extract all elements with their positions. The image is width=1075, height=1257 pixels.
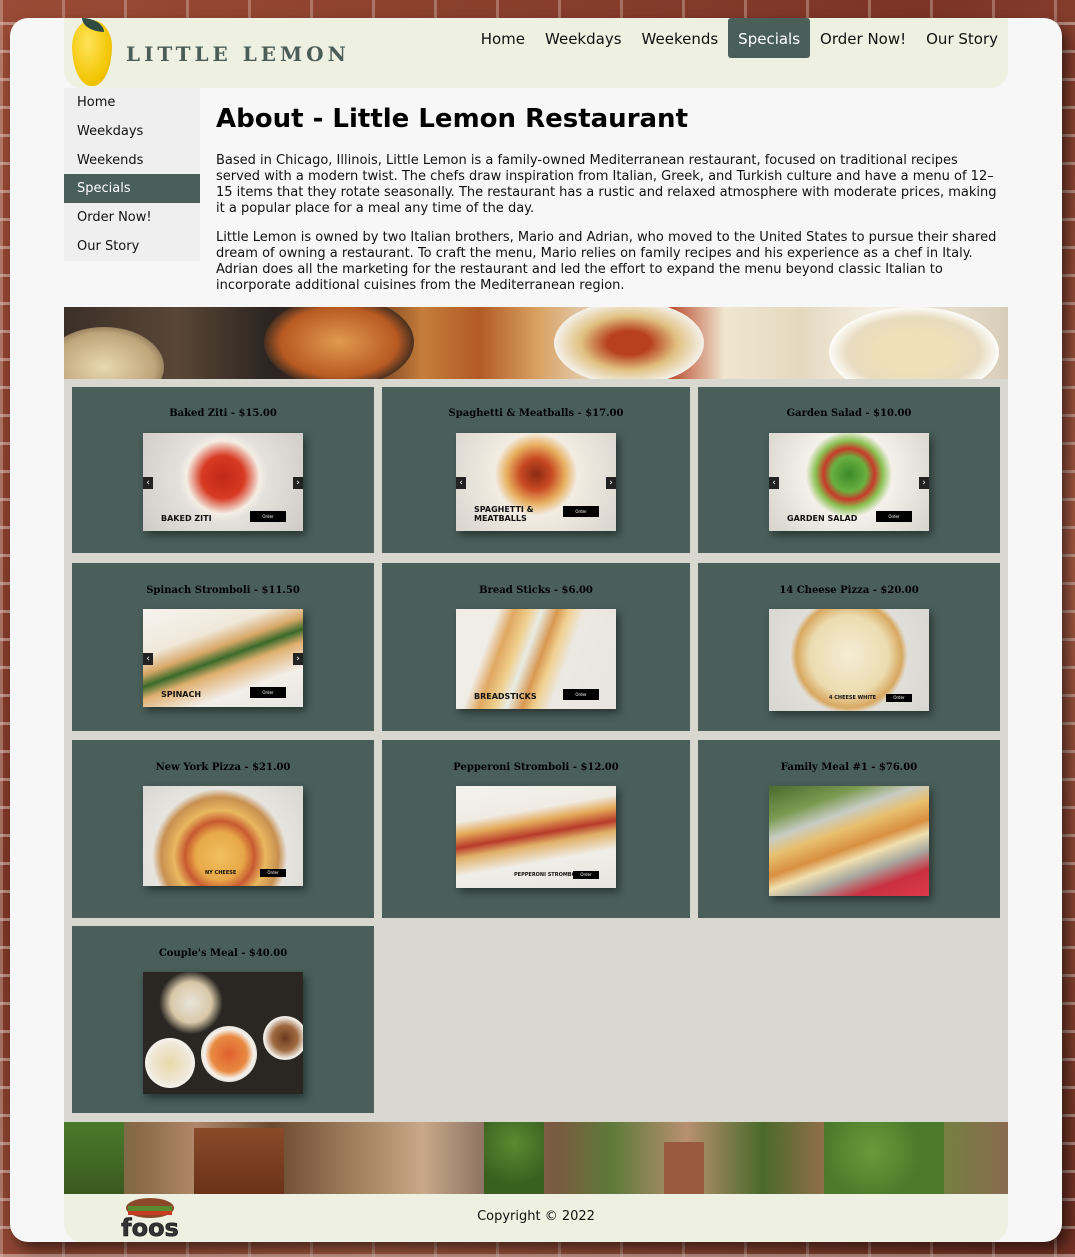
garden-salad-photo[interactable]: ‹ › GARDEN SALAD Order [769, 433, 929, 531]
menu-item-title: New York Pizza - $21.00 [155, 762, 291, 773]
nav-specials[interactable]: Specials [728, 18, 811, 58]
new-york-pizza-photo[interactable]: NY CHEESE Order [143, 786, 303, 886]
pepperoni-stromboli-photo[interactable]: PEPPERONI STROMBOLI Order [456, 786, 616, 888]
family-meal-photo[interactable] [769, 786, 929, 896]
copyright-text: Copyright © 2022 [477, 1209, 595, 1224]
plate-icon [201, 1026, 257, 1082]
menu-item-title: Garden Salad - $10.00 [786, 408, 912, 419]
plate-icon [145, 1038, 195, 1088]
menu-card[interactable]: Pepperoni Stromboli - $12.00 PEPPERONI S… [382, 740, 690, 918]
sidebar: Home Weekdays Weekends Specials Order No… [64, 88, 200, 261]
menu-card[interactable]: Garden Salad - $10.00 ‹ › GARDEN SALAD O… [698, 387, 1000, 553]
chevron-right-icon[interactable]: › [293, 653, 303, 665]
order-button[interactable]: Order [876, 511, 912, 522]
menu-card[interactable]: Spinach Stromboli - $11.50 ‹ › SPINACH O… [72, 563, 374, 731]
menu-item-title: Spaghetti & Meatballs - $17.00 [448, 408, 624, 419]
menu-item-title: Spinach Stromboli - $11.50 [146, 585, 300, 596]
nav-our-story[interactable]: Our Story [916, 18, 1008, 58]
chevron-right-icon[interactable]: › [293, 477, 303, 489]
photo-label: PEPPERONI STROMBOLI [514, 872, 581, 878]
menu-card[interactable]: Baked Ziti - $15.00 ‹ › BAKED ZITI Order [72, 387, 374, 553]
chevron-right-icon[interactable]: › [919, 477, 929, 489]
street-banner-image [64, 1122, 1008, 1194]
food-banner-image [64, 307, 1008, 379]
baked-ziti-photo[interactable]: ‹ › BAKED ZITI Order [143, 433, 303, 531]
menu-card[interactable]: Family Meal #1 - $76.00 [698, 740, 1000, 918]
photo-label: SPINACH [161, 690, 202, 699]
photo-label: NY CHEESE [205, 870, 237, 876]
menu-card[interactable]: Bread Sticks - $6.00 BREADSTICKS Order [382, 563, 690, 731]
page-title: About - Little Lemon Restaurant [216, 104, 688, 134]
nav-weekdays[interactable]: Weekdays [535, 18, 632, 58]
order-button[interactable]: Order [250, 511, 286, 522]
order-button[interactable]: Order [886, 694, 912, 702]
nav-order-now[interactable]: Order Now! [810, 18, 916, 58]
about-paragraph: Based in Chicago, Illinois, Little Lemon… [216, 153, 997, 216]
menu-card[interactable]: 14 Cheese Pizza - $20.00 4 CHEESE WHITE … [698, 563, 1000, 731]
sidebar-item-home[interactable]: Home [64, 88, 200, 117]
site-header: LITTLE LEMON Home Weekdays Weekends Spec… [64, 18, 1008, 88]
order-button[interactable]: Order [563, 689, 599, 700]
chevron-right-icon[interactable]: › [606, 477, 616, 489]
menu-item-title: Bread Sticks - $6.00 [479, 585, 593, 596]
about-paragraph: Little Lemon is owned by two Italian bro… [216, 230, 997, 293]
menu-item-title: 14 Cheese Pizza - $20.00 [779, 585, 919, 596]
photo-label: 4 CHEESE WHITE [829, 695, 877, 701]
plate-icon [263, 1016, 303, 1060]
menu-item-title: Family Meal #1 - $76.00 [780, 762, 918, 773]
menu-card[interactable]: Spaghetti & Meatballs - $17.00 ‹ › SPAGH… [382, 387, 690, 553]
menu-item-title: Baked Ziti - $15.00 [169, 408, 277, 419]
menu-item-title: Pepperoni Stromboli - $12.00 [453, 762, 619, 773]
order-button[interactable]: Order [563, 506, 599, 517]
site-footer: foos Copyright © 2022 [64, 1194, 1008, 1242]
sidebar-item-weekends[interactable]: Weekends [64, 146, 200, 175]
menu-item-title: Couple's Meal - $40.00 [158, 948, 288, 959]
photo-label: BAKED ZITI [161, 514, 212, 523]
nav-weekends[interactable]: Weekends [632, 18, 729, 58]
order-button[interactable]: Order [250, 687, 286, 698]
breadsticks-photo[interactable]: BREADSTICKS Order [456, 609, 616, 709]
order-button[interactable]: Order [573, 871, 599, 879]
chevron-left-icon[interactable]: ‹ [143, 477, 153, 489]
menu-card[interactable]: New York Pizza - $21.00 NY CHEESE Order [72, 740, 374, 918]
menu-card[interactable]: Couple's Meal - $40.00 [72, 926, 374, 1113]
logo-text[interactable]: LITTLE LEMON [126, 42, 350, 66]
cheese-pizza-photo[interactable]: 4 CHEESE WHITE Order [769, 609, 929, 711]
top-nav: Home Weekdays Weekends Specials Order No… [471, 18, 1008, 58]
menu-grid: Baked Ziti - $15.00 ‹ › BAKED ZITI Order… [64, 379, 1008, 1122]
order-button[interactable]: Order [260, 869, 286, 877]
spaghetti-meatballs-photo[interactable]: ‹ › SPAGHETTI & MEATBALLS Order [456, 433, 616, 531]
sidebar-item-our-story[interactable]: Our Story [64, 232, 200, 261]
spinach-stromboli-photo[interactable]: ‹ › SPINACH Order [143, 609, 303, 707]
nav-home[interactable]: Home [471, 18, 535, 58]
chevron-left-icon[interactable]: ‹ [769, 477, 779, 489]
chevron-left-icon[interactable]: ‹ [143, 653, 153, 665]
photo-label: GARDEN SALAD [787, 514, 858, 523]
sidebar-item-specials[interactable]: Specials [64, 174, 200, 204]
photo-label: SPAGHETTI & MEATBALLS [474, 505, 534, 523]
chevron-left-icon[interactable]: ‹ [456, 477, 466, 489]
couples-meal-photo[interactable] [143, 972, 303, 1094]
page-card: LITTLE LEMON Home Weekdays Weekends Spec… [10, 18, 1062, 1242]
sidebar-item-order-now[interactable]: Order Now! [64, 203, 200, 232]
sidebar-item-weekdays[interactable]: Weekdays [64, 117, 200, 146]
photo-label: BREADSTICKS [474, 692, 537, 701]
about-section: About - Little Lemon Restaurant Based in… [216, 104, 1006, 307]
